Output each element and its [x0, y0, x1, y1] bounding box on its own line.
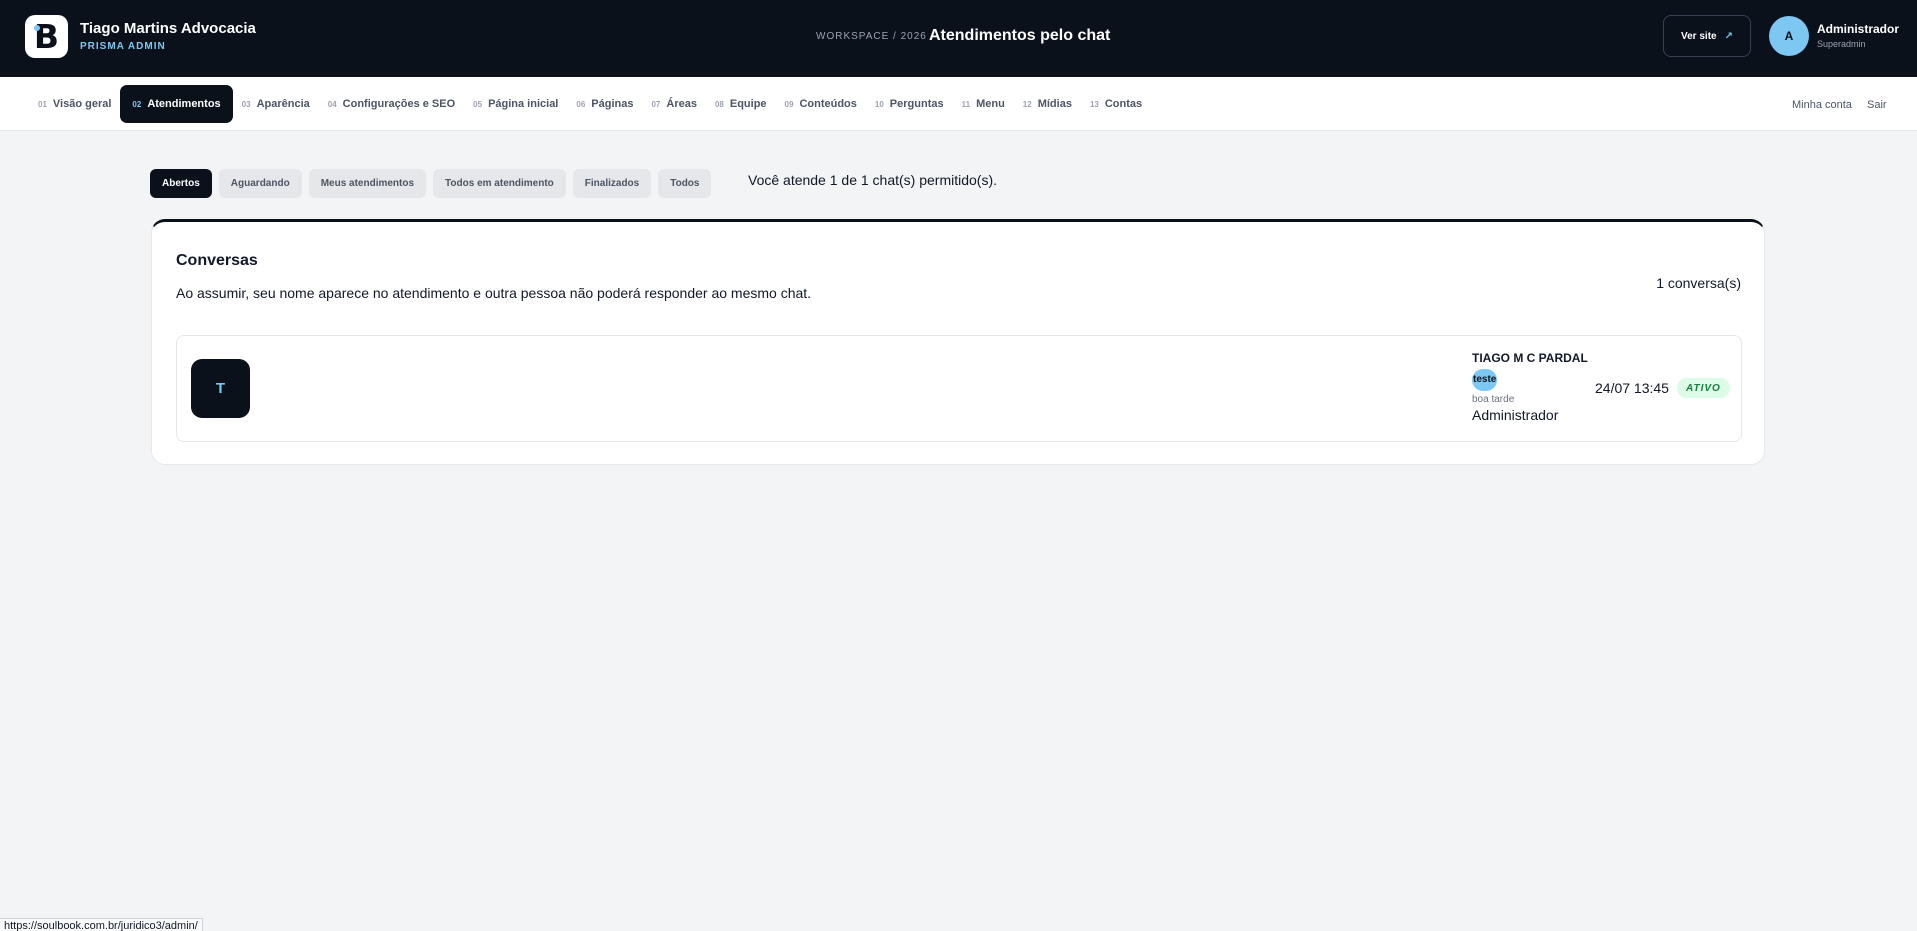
conversation-info: TIAGO M C PARDAL teste boa tarde Adminis…: [1472, 351, 1602, 423]
view-site-button[interactable]: Ver site ↗: [1663, 15, 1751, 57]
external-link-icon: ↗: [1724, 30, 1733, 42]
nav-item-atendimentos[interactable]: 02 Atendimentos: [120, 85, 233, 123]
conversations-count: 1 conversa(s): [1656, 275, 1741, 291]
conversation-item[interactable]: T TIAGO M C PARDAL teste boa tarde Admin…: [176, 335, 1742, 442]
nav-item-conteudos[interactable]: 09 Conteúdos: [776, 85, 866, 123]
conversations-description: Ao assumir, seu nome aparece no atendime…: [176, 285, 812, 301]
nav-item-number: 04: [327, 99, 337, 109]
nav-item-label: Contas: [1104, 98, 1143, 110]
nav-item-number: 11: [961, 99, 971, 109]
user-name: Administrador: [1817, 22, 1900, 36]
nav-items: 01 Visão geral 02 Atendimentos 03 Aparência…: [29, 85, 1151, 123]
nav-item-perguntas[interactable]: 10 Perguntas: [866, 85, 953, 123]
nav-item-pagina-inicial[interactable]: 05 Página inicial: [464, 85, 567, 123]
nav-item-midias[interactable]: 12 Mídias: [1014, 85, 1081, 123]
logo-accent-dot: [34, 25, 40, 31]
filter-finalizados[interactable]: Finalizados: [572, 169, 652, 198]
filter-aguardando[interactable]: Aguardando: [218, 169, 302, 198]
nav-item-label: Conteúdos: [799, 98, 857, 110]
conversation-last-message: boa tarde: [1472, 394, 1515, 405]
chat-limit-note: Você atende 1 de 1 chat(s) permitido(s).: [748, 172, 998, 188]
nav-item-number: 08: [714, 99, 724, 109]
nav-item-number: 05: [473, 99, 483, 109]
top-header: B Tiago Martins Advocacia PRISMA ADMIN W…: [0, 0, 1917, 77]
nav-item-configuracoes-seo[interactable]: 04 Configurações e SEO: [319, 85, 464, 123]
user-avatar[interactable]: A: [1769, 16, 1809, 56]
filter-todos[interactable]: Todos: [658, 169, 712, 198]
nav-item-number: 09: [784, 99, 794, 109]
conversations-card: Conversas Ao assumir, seu nome aparece n…: [151, 219, 1765, 465]
logout-link[interactable]: Sair: [1867, 99, 1887, 111]
brand-subtitle: PRISMA ADMIN: [80, 41, 166, 52]
brand-logo[interactable]: B: [25, 15, 68, 58]
nav-item-label: Configurações e SEO: [342, 98, 456, 110]
workspace-label: WORKSPACE / 2026: [816, 31, 927, 42]
nav-item-label: Página inicial: [488, 98, 559, 110]
nav-item-aparencia[interactable]: 03 Aparência: [233, 85, 319, 123]
brand-name: Tiago Martins Advocacia: [80, 20, 256, 37]
conversations-title: Conversas: [176, 252, 258, 269]
my-account-link[interactable]: Minha conta: [1792, 99, 1852, 111]
nav-item-visao-geral[interactable]: 01 Visão geral: [29, 85, 120, 123]
filter-todos-em-atendimento[interactable]: Todos em atendimento: [433, 169, 566, 198]
nav-item-label: Mídias: [1037, 98, 1072, 110]
conversation-time: 24/07 13:45: [1595, 380, 1669, 396]
nav-item-number: 02: [132, 99, 142, 109]
logo-letter: B: [33, 17, 60, 56]
view-site-label: Ver site: [1681, 30, 1717, 42]
filter-tabs: Abertos Aguardando Meus atendimentos Tod…: [150, 169, 712, 198]
nav-item-label: Páginas: [591, 98, 634, 110]
nav-item-label: Áreas: [666, 98, 697, 110]
nav-item-label: Visão geral: [52, 98, 112, 110]
nav-item-label: Atendimentos: [147, 98, 221, 110]
nav-item-label: Perguntas: [889, 98, 944, 110]
filter-abertos[interactable]: Abertos: [150, 169, 212, 198]
nav-item-number: 12: [1022, 99, 1032, 109]
nav-item-number: 13: [1089, 99, 1099, 109]
conversation-avatar: T: [191, 359, 250, 418]
conversation-tag: teste: [1472, 369, 1498, 391]
conversation-contact-name: TIAGO M C PARDAL: [1472, 351, 1588, 365]
nav-item-number: 03: [241, 99, 251, 109]
nav-item-areas[interactable]: 07 Áreas: [642, 85, 705, 123]
nav-item-number: 07: [651, 99, 661, 109]
user-role: Superadmin: [1817, 39, 1866, 49]
nav-item-label: Menu: [976, 98, 1005, 110]
main-nav: 01 Visão geral 02 Atendimentos 03 Aparência…: [0, 77, 1917, 131]
conversation-status-badge: ATIVO: [1677, 378, 1730, 398]
nav-item-contas[interactable]: 13 Contas: [1081, 85, 1151, 123]
nav-item-label: Equipe: [729, 98, 767, 110]
nav-item-menu[interactable]: 11 Menu: [953, 85, 1014, 123]
nav-item-number: 10: [874, 99, 884, 109]
conversation-agent: Administrador: [1472, 407, 1559, 423]
filter-meus-atendimentos[interactable]: Meus atendimentos: [308, 169, 427, 198]
nav-item-number: 01: [38, 99, 47, 109]
nav-item-equipe[interactable]: 08 Equipe: [706, 85, 776, 123]
nav-item-paginas[interactable]: 06 Páginas: [567, 85, 642, 123]
nav-item-number: 06: [576, 99, 586, 109]
nav-item-label: Aparência: [256, 98, 310, 110]
browser-status-url: https://soulbook.com.br/juridico3/admin/: [0, 918, 203, 931]
page-title: Atendimentos pelo chat: [929, 27, 1111, 44]
